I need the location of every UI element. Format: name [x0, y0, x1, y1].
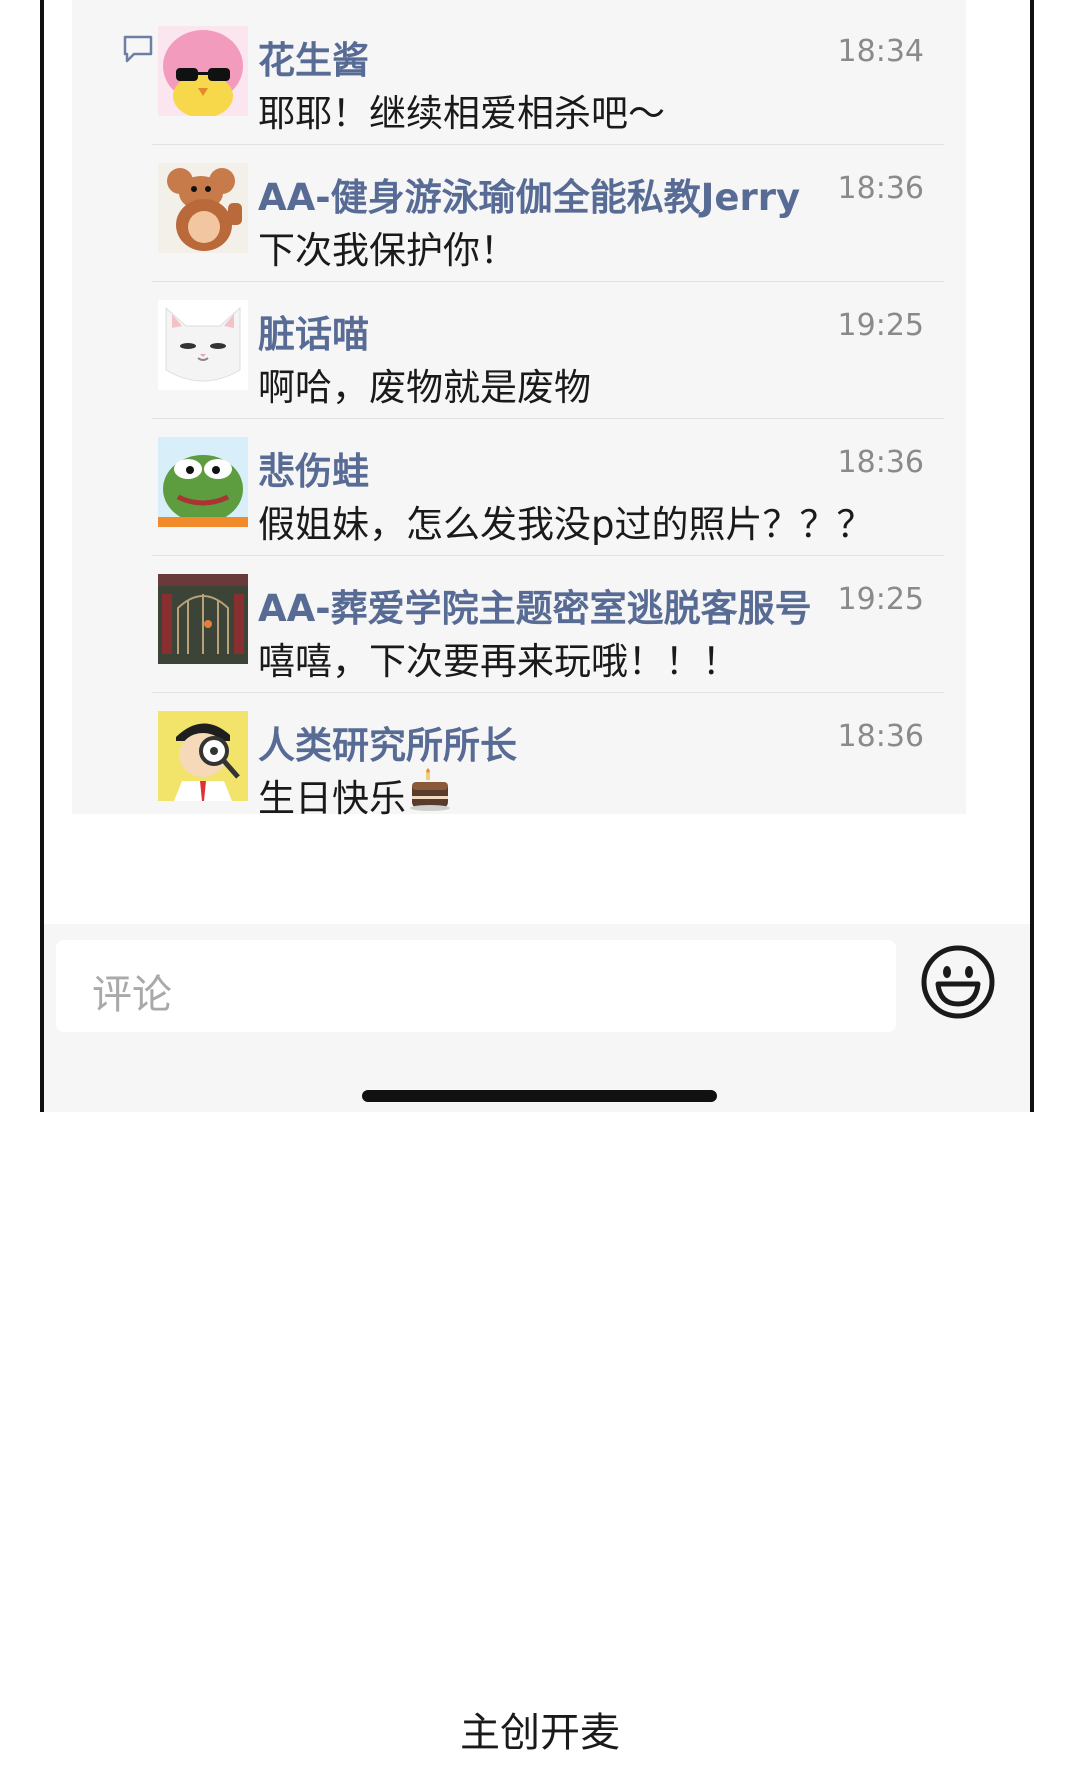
comment-input-bar: 评论 [44, 924, 1030, 1112]
magnifier-scientist-avatar[interactable] [158, 711, 248, 801]
commenter-name[interactable]: AA-健身游泳瑜伽全能私教Jerry [258, 167, 800, 221]
comment-bubble-icon [123, 35, 153, 63]
commenter-name[interactable]: 人类研究所所长 [258, 715, 517, 769]
pink-hair-chick-avatar[interactable] [158, 26, 248, 116]
footer-caption: 主创开麦 [460, 1710, 620, 1756]
comment-text-content: 生日快乐 [258, 777, 406, 820]
smiley-icon[interactable] [920, 944, 996, 1020]
comment-list: 花生酱 18:34 耶耶！继续相爱相杀吧～ AA-健身游泳瑜伽全能私教Jerry… [72, 0, 966, 820]
commenter-name[interactable]: 脏话喵 [258, 304, 369, 358]
comment-text: 下次我保护你！ [258, 229, 517, 272]
commenter-name[interactable]: AA-葬爱学院主题密室逃脱客服号 [258, 578, 812, 632]
comment-text: 耶耶！继续相爱相杀吧～ [258, 92, 665, 135]
phone-screen-frame: 花生酱 18:34 耶耶！继续相爱相杀吧～ AA-健身游泳瑜伽全能私教Jerry… [40, 0, 1034, 1112]
comment-item[interactable]: AA-健身游泳瑜伽全能私教Jerry 18:36 下次我保护你！ [152, 145, 944, 282]
comment-text: 生日快乐 [258, 768, 450, 822]
comment-item[interactable]: 脏话喵 19:25 啊哈，废物就是废物 [152, 282, 944, 419]
comment-input-placeholder: 评论 [92, 972, 172, 1018]
pepe-frog-avatar[interactable] [158, 437, 248, 527]
cake-emoji [410, 768, 450, 811]
iron-gate-avatar[interactable] [158, 574, 248, 664]
home-indicator [362, 1090, 717, 1102]
comment-item[interactable]: 人类研究所所长 18:36 生日快乐 [152, 693, 944, 830]
comment-time: 18:34 [837, 34, 924, 69]
comment-input[interactable]: 评论 [56, 940, 896, 1032]
comment-item[interactable]: 花生酱 18:34 耶耶！继续相爱相杀吧～ [152, 8, 944, 145]
jerry-mouse-avatar[interactable] [158, 163, 248, 253]
comment-text: 啊哈，废物就是废物 [258, 366, 591, 409]
commenter-name[interactable]: 悲伤蛙 [258, 441, 369, 495]
comment-time: 18:36 [837, 171, 924, 206]
white-cat-avatar[interactable] [158, 300, 248, 390]
comment-time: 19:25 [837, 582, 924, 617]
commenter-name[interactable]: 花生酱 [258, 30, 369, 84]
comment-item[interactable]: 悲伤蛙 18:36 假姐妹，怎么发我没p过的照片？？？ [152, 419, 944, 556]
comment-time: 18:36 [837, 719, 924, 754]
comment-text: 嘻嘻，下次要再来玩哦！！！ [258, 640, 739, 683]
comment-time: 19:25 [837, 308, 924, 343]
comment-item[interactable]: AA-葬爱学院主题密室逃脱客服号 19:25 嘻嘻，下次要再来玩哦！！！ [152, 556, 944, 693]
comment-text: 假姐妹，怎么发我没p过的照片？？？ [258, 503, 874, 546]
comment-time: 18:36 [837, 445, 924, 480]
